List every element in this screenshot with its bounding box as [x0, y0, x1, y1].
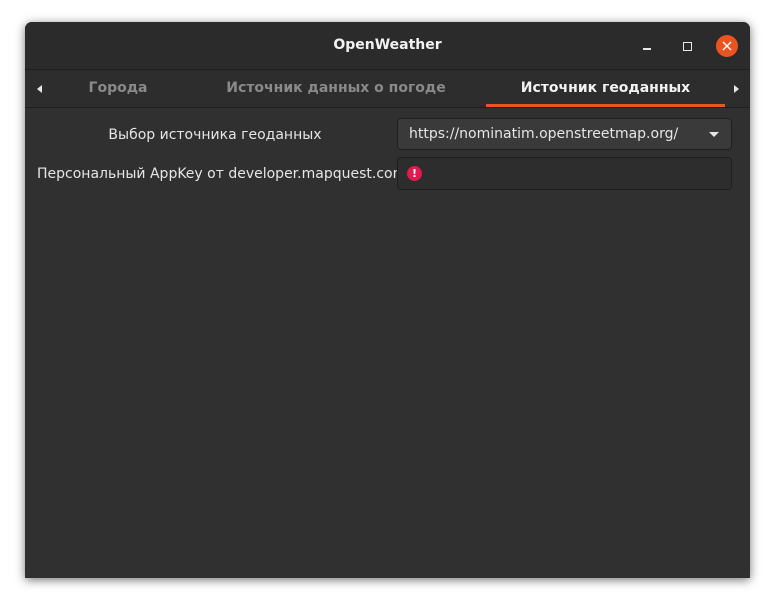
appkey-label: Персональный AppKey от developer.mapques… [37, 166, 407, 182]
tab-geo-provider-label: Источник геоданных [520, 80, 691, 96]
tab-scroll-left-button[interactable] [27, 70, 51, 107]
titlebar[interactable]: OpenWeather [25, 22, 750, 70]
chevron-down-icon [709, 132, 719, 137]
geo-provider-selected-value: https://nominatim.openstreetmap.org/ [409, 126, 679, 142]
geo-provider-label: Выбор источника геоданных [108, 127, 322, 143]
appkey-field[interactable]: ! [397, 157, 732, 190]
minimize-button[interactable] [636, 35, 658, 57]
tab-geo-provider[interactable]: Источник геоданных [486, 70, 725, 107]
tab-weather-provider[interactable]: Источник данных о погоде [205, 70, 467, 107]
tab-scroll-right-button[interactable] [724, 70, 748, 107]
minimize-icon [643, 48, 651, 50]
maximize-button[interactable] [676, 35, 698, 57]
arrow-left-icon [36, 84, 42, 93]
maximize-icon [682, 41, 692, 51]
tab-bar: Города Источник данных о погоде Источник… [25, 70, 750, 108]
openweather-window: OpenWeather Города Источник данных о пог… [25, 22, 750, 578]
arrow-right-icon [733, 84, 739, 93]
geo-provider-dropdown[interactable]: https://nominatim.openstreetmap.org/ [397, 118, 732, 150]
appkey-input[interactable] [430, 158, 725, 189]
active-tab-indicator [486, 104, 725, 107]
close-icon [722, 41, 732, 51]
warning-icon: ! [407, 166, 422, 181]
close-button[interactable] [716, 35, 738, 57]
settings-panel: Выбор источника геоданных https://nomina… [25, 108, 750, 578]
tab-cities[interactable]: Города [53, 70, 183, 107]
